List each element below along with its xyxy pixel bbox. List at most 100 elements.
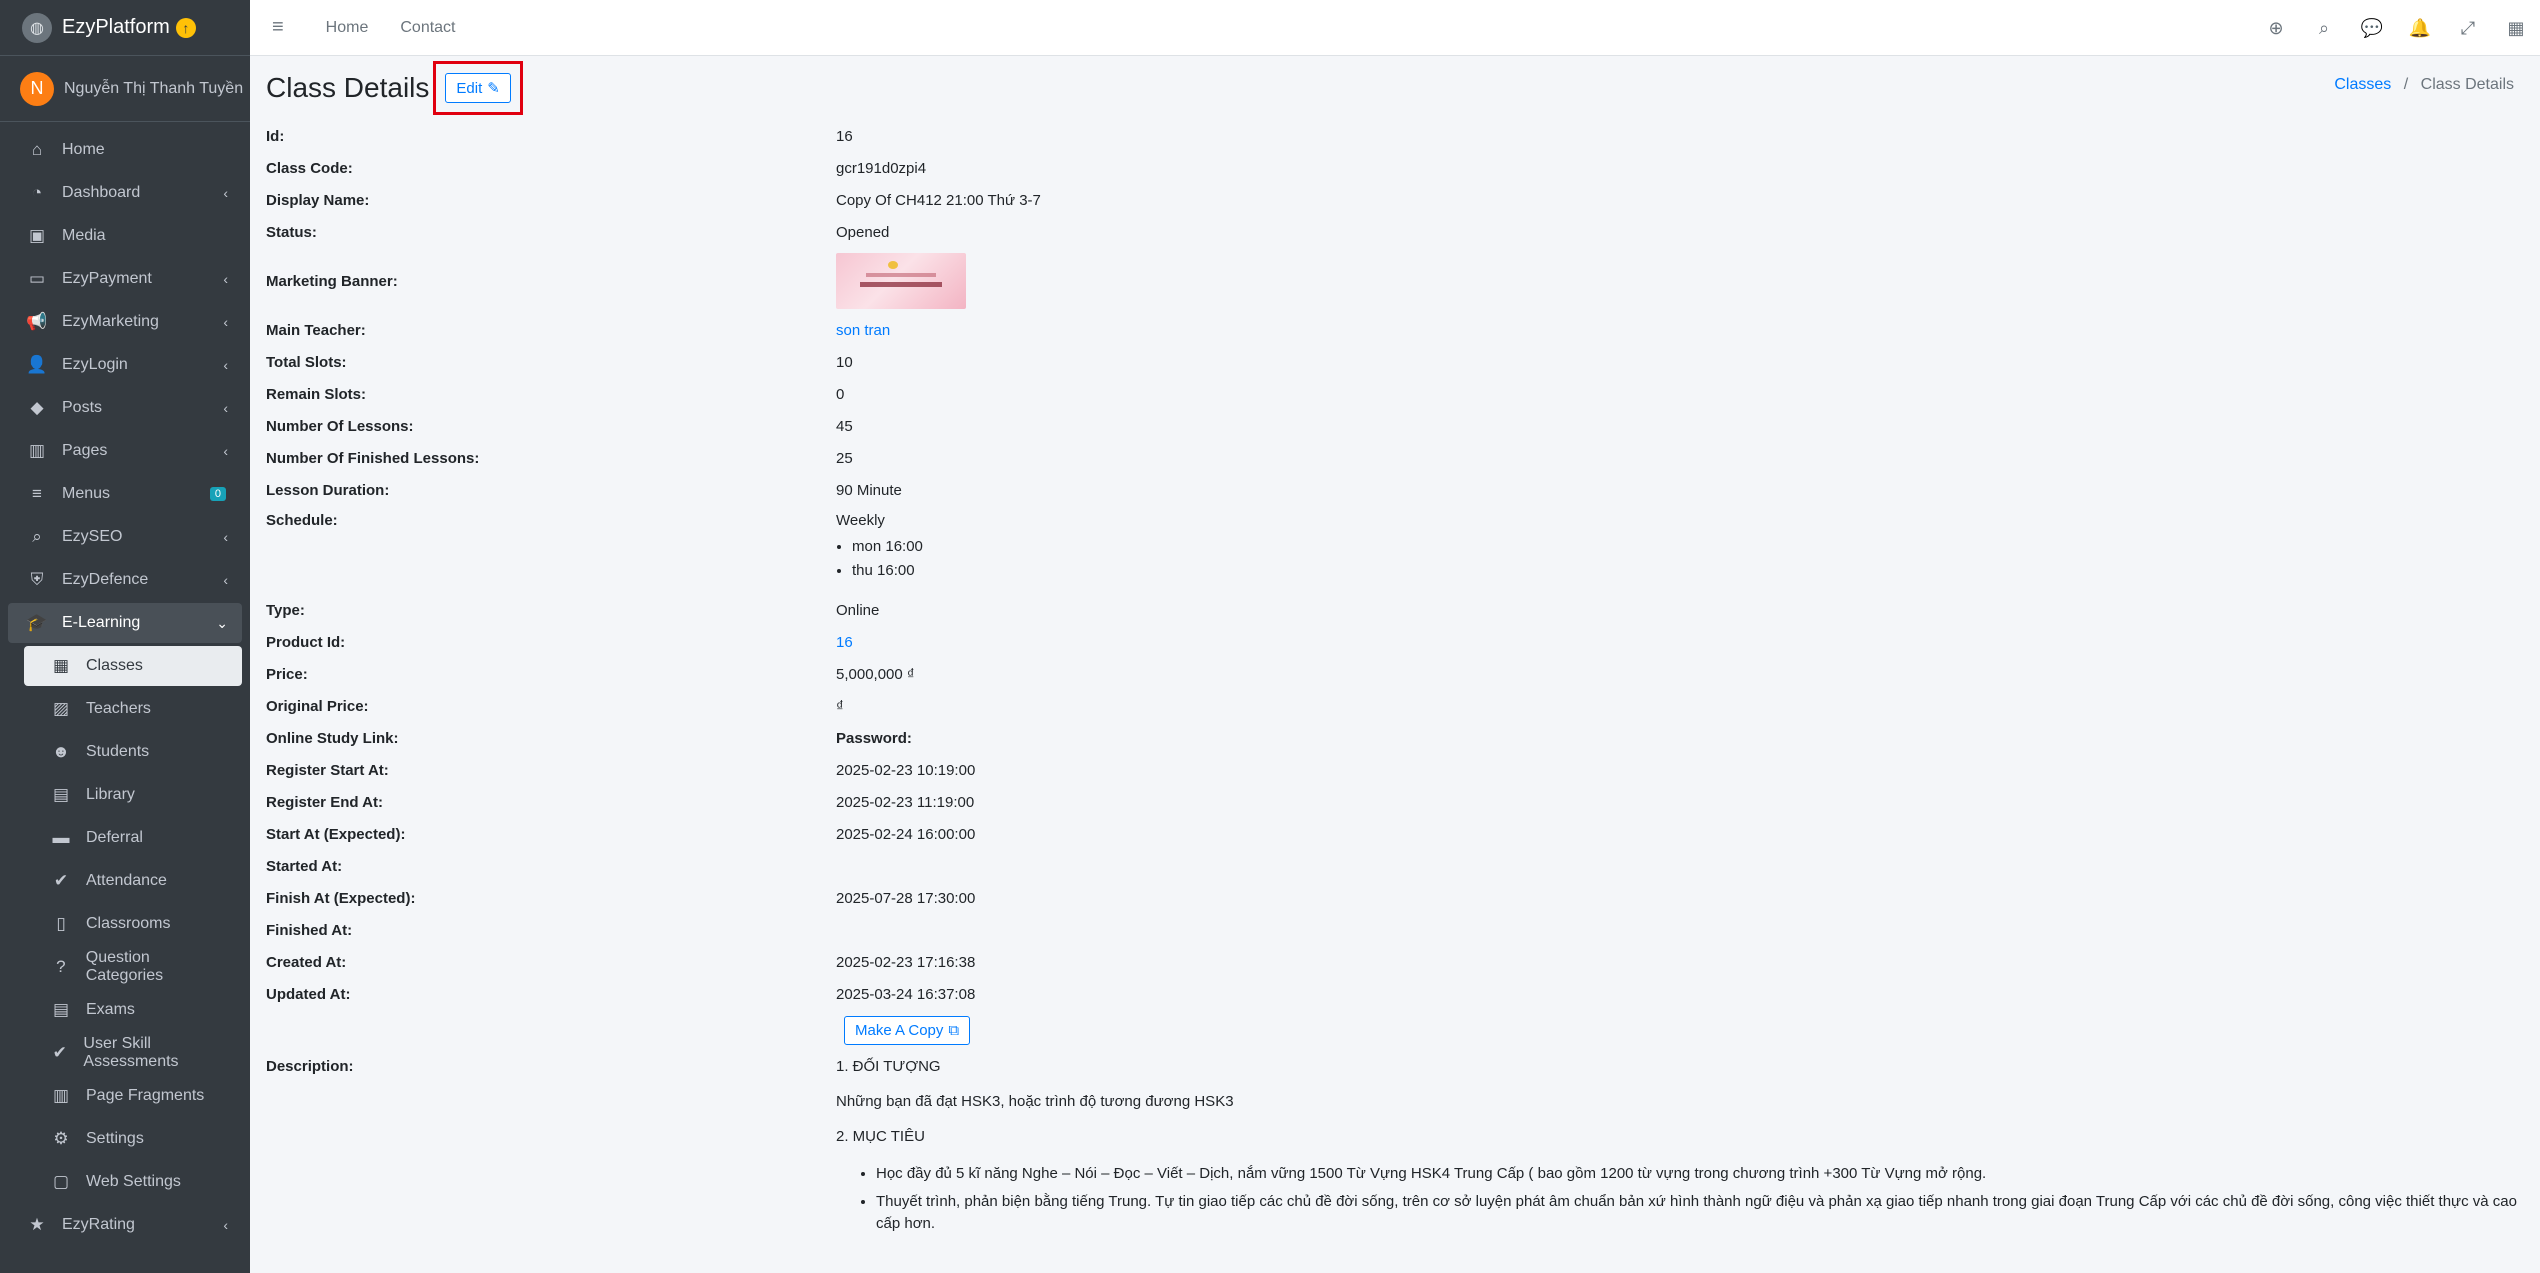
sidebar-item-label: Menus [62, 485, 111, 502]
chalkboard-teacher-icon: ▨ [52, 699, 70, 718]
description-paragraph-1: Những bạn đã đạt HSK3, hoặc trình độ tươ… [836, 1093, 1234, 1110]
detail-row-register-end-at: Register End At: 2025-02-23 11:19:00 [266, 786, 2524, 818]
sidebar-item-home[interactable]: ⌂ Home [8, 130, 242, 170]
sidebar-item-ezypayment[interactable]: ▭ EzyPayment ‹ [8, 259, 242, 299]
detail-row-price: Price: 5,000,000 ₫ [266, 658, 2524, 690]
sidebar-item-e-learning[interactable]: 🎓 E-Learning ⌄ [8, 603, 242, 643]
id-label: Id: [266, 127, 285, 145]
detail-row-remain-slots: Remain Slots: 0 [266, 378, 2524, 410]
description-content: 1. ĐỐI TƯỢNG Những bạn đã đạt HSK3, hoặc… [836, 1058, 2524, 1241]
sidebar-item-posts[interactable]: ◆ Posts ‹ [8, 388, 242, 428]
sidebar-item-ezylogin[interactable]: 👤 EzyLogin ‹ [8, 345, 242, 385]
user-name[interactable]: Nguyễn Thị Thanh Tuyền [64, 80, 243, 98]
marketing-banner-image[interactable] [836, 253, 966, 309]
sidebar-item-label: Students [86, 743, 150, 760]
menus-count-badge: 0 [209, 487, 226, 501]
sidebar-item-label: Teachers [86, 700, 151, 717]
archive-icon: ▬ [52, 828, 70, 847]
detail-row-id: Id: 16 [266, 120, 2524, 152]
sidebar-item-page-fragments[interactable]: ▥ Page Fragments [24, 1076, 242, 1116]
sidebar-item-classes[interactable]: ▦ Classes [24, 646, 242, 686]
register-end-at-label: Register End At: [266, 793, 383, 811]
register-start-at-value: 2025-02-23 10:19:00 [836, 761, 976, 779]
sidebar-item-exams[interactable]: ▤ Exams [24, 990, 242, 1030]
sidebar-nav: ⌂ Home ◔ Dashboard ‹ ▣ Media ▭ EzyPayment ‹ 📢 EzyMa… [0, 122, 250, 1245]
sidebar-item-ezyrating[interactable]: ★ EzyRating ‹ [8, 1205, 242, 1245]
sidebar-item-library[interactable]: ▤ Library [24, 775, 242, 815]
home-icon: ⌂ [31, 140, 43, 159]
bell-icon[interactable]: 🔔 [2396, 18, 2444, 39]
image-icon: ▣ [28, 226, 46, 245]
user-panel[interactable]: N Nguyễn Thị Thanh Tuyền [0, 56, 250, 122]
product-id-link[interactable]: 16 [836, 634, 853, 651]
detail-row-marketing-banner: Marketing Banner: [266, 248, 2524, 314]
globe-icon[interactable]: ⊕ [2252, 18, 2300, 39]
edit-button[interactable]: Edit ✎ [445, 73, 511, 103]
fullscreen-icon[interactable]: ⤢ [2444, 18, 2492, 39]
lesson-duration-label: Lesson Duration: [266, 481, 390, 499]
sidebar-item-ezymarketing[interactable]: 📢 EzyMarketing ‹ [8, 302, 242, 342]
type-value: Online [836, 601, 880, 619]
graduation-cap-icon: 🎓 [26, 613, 48, 632]
nav-link-home[interactable]: Home [326, 19, 369, 37]
avatar: N [20, 71, 54, 106]
display-name-label: Display Name: [266, 191, 370, 209]
sidebar-item-students[interactable]: ☻ Students [24, 732, 242, 772]
tag-icon: ◆ [30, 398, 44, 417]
sidebar-item-attendance[interactable]: ✔ Attendance [24, 861, 242, 901]
comments-icon[interactable]: 💬 [2348, 18, 2396, 39]
grid-icon: ▦ [52, 656, 70, 675]
sidebar-item-teachers[interactable]: ▨ Teachers [24, 689, 242, 729]
chevron-left-icon: ‹ [223, 185, 228, 201]
top-navbar: ≡ Home Contact ⊕ ⌕ 💬 🔔 ⤢ ▦ [250, 0, 2540, 56]
finish-at-expected-label: Finish At (Expected): [266, 889, 416, 907]
sidebar-item-label: Home [62, 141, 105, 158]
number-of-lessons-label: Number Of Lessons: [266, 417, 414, 435]
sidebar-item-user-skill-assessments[interactable]: ✔ User Skill Assessments [24, 1033, 242, 1073]
product-id-label: Product Id: [266, 633, 346, 651]
main-teacher-link[interactable]: son tran [836, 322, 890, 339]
sidebar-item-web-settings[interactable]: ▢ Web Settings [24, 1162, 242, 1202]
chevron-left-icon: ‹ [223, 1217, 228, 1233]
detail-row-start-at-expected: Start At (Expected): 2025-02-24 16:00:00 [266, 818, 2524, 850]
sidebar-item-label: Pages [62, 442, 108, 459]
original-price-value: ₫ [836, 697, 844, 715]
upgrade-arrow-icon[interactable]: ↑ [175, 17, 196, 38]
sidebar-item-deferral[interactable]: ▬ Deferral [24, 818, 242, 858]
sidebar-item-ezyseo[interactable]: ⌕ EzySEO ‹ [8, 517, 242, 557]
status-value: Opened [836, 223, 890, 241]
breadcrumb-classes[interactable]: Classes [2334, 76, 2391, 93]
sidebar-item-classrooms[interactable]: ▯ Classrooms [24, 904, 242, 944]
sidebar-item-pages[interactable]: ▥ Pages ‹ [8, 431, 242, 471]
sidebar-item-media[interactable]: ▣ Media [8, 216, 242, 256]
search-seo-icon: ⌕ [32, 527, 42, 546]
sidebar-item-dashboard[interactable]: ◔ Dashboard ‹ [8, 173, 242, 213]
finish-at-expected-value: 2025-07-28 17:30:00 [836, 889, 976, 907]
make-a-copy-button[interactable]: Make A Copy ⧉ [844, 1015, 971, 1045]
nav-link-contact[interactable]: Contact [400, 19, 455, 37]
sidebar-item-ezydefence[interactable]: ⛨ EzyDefence ‹ [8, 560, 242, 600]
sidebar-item-label: Question Categories [85, 949, 164, 984]
search-icon[interactable]: ⌕ [2300, 18, 2348, 39]
brand[interactable]: ◍ EzyPlatform ↑ [0, 0, 250, 56]
apps-grid-icon[interactable]: ▦ [2492, 18, 2540, 39]
sidebar: ◍ EzyPlatform ↑ N Nguyễn Thị Thanh Tuyền… [0, 0, 250, 1273]
detail-row-total-slots: Total Slots: 10 [266, 346, 2524, 378]
sidebar-item-label: Settings [86, 1130, 144, 1147]
sidebar-item-question-categories[interactable]: ? Question Categories [24, 947, 242, 987]
marketing-banner-label: Marketing Banner: [266, 272, 398, 290]
gears-icon: ⚙ [53, 1129, 69, 1148]
detail-row-started-at: Started At: [266, 850, 2524, 882]
sidebar-item-label: Media [62, 227, 106, 244]
detail-row-number-of-lessons: Number Of Lessons: 45 [266, 410, 2524, 442]
schedule-list: mon 16:00 thu 16:00 [836, 535, 2524, 583]
user-lock-icon: 👤 [26, 355, 48, 374]
type-label: Type: [266, 601, 305, 619]
dashboard-icon: ◔ [31, 183, 43, 202]
description-bullet: Thuyết trình, phản biện bằng tiếng Trung… [876, 1191, 2524, 1235]
sidebar-item-menus[interactable]: ≡ Menus 0 [8, 474, 242, 514]
sidebar-item-label: User Skill Assessments [83, 1035, 179, 1070]
sidebar-item-settings[interactable]: ⚙ Settings [24, 1119, 242, 1159]
question-icon: ? [56, 957, 66, 976]
menu-toggle-icon[interactable]: ≡ [272, 16, 284, 39]
